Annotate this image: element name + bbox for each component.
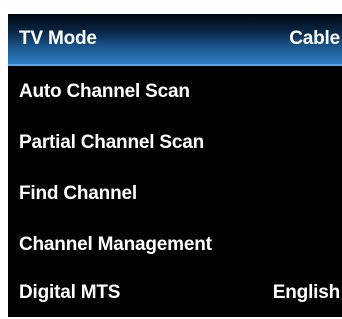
menu-item-auto-channel-scan[interactable]: Auto Channel Scan: [8, 66, 342, 118]
menu-item-channel-management[interactable]: Channel Management: [8, 219, 342, 271]
menu-item-label: Digital MTS: [19, 282, 121, 303]
menu-item-partial-channel-scan[interactable]: Partial Channel Scan: [8, 117, 342, 169]
menu-item-label: Partial Channel Scan: [19, 132, 205, 153]
menu-item-label: Find Channel: [19, 183, 137, 204]
menu-item-label: Channel Management: [19, 234, 212, 255]
menu-item-label: Auto Channel Scan: [19, 81, 190, 102]
menu-item-find-channel[interactable]: Find Channel: [8, 168, 342, 220]
menu-item-digital-mts[interactable]: Digital MTS English: [8, 267, 342, 319]
channel-menu: TV Mode Cable Auto Channel Scan Partial …: [8, 14, 342, 317]
menu-item-tv-mode[interactable]: TV Mode Cable: [8, 14, 342, 66]
menu-item-value: English: [272, 282, 340, 303]
menu-item-label: TV Mode: [19, 28, 97, 49]
menu-item-value: Cable: [289, 28, 340, 49]
